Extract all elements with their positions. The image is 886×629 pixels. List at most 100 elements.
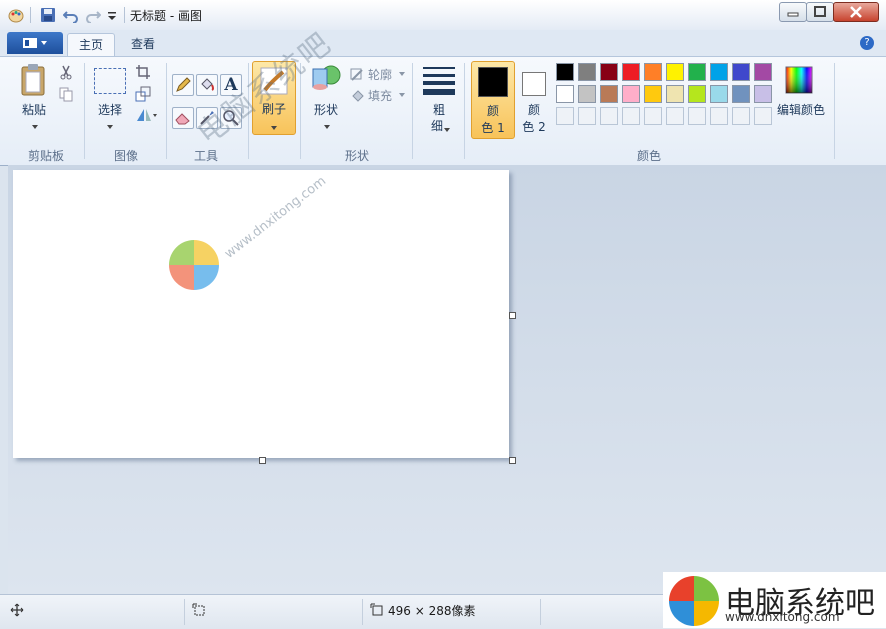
- canvas-resize-handle-bottom[interactable]: [259, 457, 266, 464]
- group-separator: [464, 63, 465, 159]
- palette-swatch-empty[interactable]: [578, 107, 596, 125]
- title-bar: 无标题 - 画图: [0, 0, 886, 31]
- palette-swatch-empty[interactable]: [644, 107, 662, 125]
- palette-swatch[interactable]: [556, 85, 574, 103]
- palette-swatch[interactable]: [666, 63, 684, 81]
- select-label: 选择: [97, 103, 122, 117]
- status-separator: [362, 599, 363, 625]
- outline-button[interactable]: 轮廓: [350, 66, 408, 82]
- colors-group-label: 颜色: [636, 149, 661, 163]
- cursor-position-icon: [10, 603, 24, 620]
- drawing-canvas[interactable]: [13, 170, 509, 458]
- image-size-icon: [370, 603, 384, 620]
- paste-dropdown-icon[interactable]: [31, 119, 39, 133]
- color2-label-2: 色 2: [522, 120, 546, 134]
- size-dropdown-icon[interactable]: [443, 122, 451, 136]
- size-label-1: 粗: [432, 103, 445, 117]
- window-title: 无标题 - 画图: [130, 9, 202, 23]
- size-button[interactable]: [422, 65, 456, 95]
- clipboard-group-label: 剪贴板: [27, 149, 64, 163]
- color2-button[interactable]: 颜 色 2: [514, 61, 554, 137]
- tab-home[interactable]: 主页: [67, 33, 115, 56]
- color1-label-1: 颜: [486, 104, 499, 118]
- image-size-text: 496 × 288像素: [388, 604, 476, 618]
- brushes-dropdown-icon[interactable]: [270, 120, 278, 134]
- paint-app-icon[interactable]: [8, 7, 24, 23]
- shapes-dropdown-icon[interactable]: [323, 119, 331, 133]
- group-separator: [412, 63, 413, 159]
- paste-label: 粘贴: [21, 103, 46, 117]
- redo-icon[interactable]: [85, 7, 102, 24]
- palette-swatch-empty[interactable]: [556, 107, 574, 125]
- palette-swatch[interactable]: [710, 85, 728, 103]
- crop-icon[interactable]: [135, 64, 155, 84]
- group-separator: [84, 63, 85, 159]
- palette-swatch[interactable]: [622, 85, 640, 103]
- palette-swatch[interactable]: [688, 85, 706, 103]
- palette-swatch[interactable]: [622, 63, 640, 81]
- color1-button[interactable]: 颜 色 1: [471, 61, 515, 139]
- edit-colors-label: 编辑颜色: [776, 103, 825, 117]
- shapes-group-label: 形状: [344, 149, 369, 163]
- canvas-resize-handle-corner[interactable]: [509, 457, 516, 464]
- help-icon[interactable]: ?: [860, 36, 874, 50]
- maximize-button[interactable]: [806, 2, 834, 22]
- palette-swatch-empty[interactable]: [600, 107, 618, 125]
- palette-swatch[interactable]: [710, 63, 728, 81]
- minimize-button[interactable]: [779, 2, 807, 22]
- ribbon: 粘贴 剪贴板 选择 图像 A 工具 刷子 形状 轮廓 填充 形状 粗 细 颜 色…: [0, 56, 886, 166]
- watermark-logo: [167, 238, 221, 292]
- palette-swatch[interactable]: [644, 63, 662, 81]
- undo-icon[interactable]: [62, 7, 79, 24]
- palette-swatch-empty[interactable]: [754, 107, 772, 125]
- image-group-label: 图像: [113, 149, 138, 163]
- ribbon-tab-row: 主页 查看 ?: [0, 30, 886, 56]
- cut-icon[interactable]: [58, 64, 78, 84]
- palette-swatch-empty[interactable]: [732, 107, 750, 125]
- palette-swatch[interactable]: [666, 85, 684, 103]
- palette-swatch-empty[interactable]: [666, 107, 684, 125]
- color1-label-2: 色 1: [481, 121, 505, 135]
- palette-swatch[interactable]: [578, 85, 596, 103]
- palette-swatch[interactable]: [732, 63, 750, 81]
- palette-swatch[interactable]: [754, 85, 772, 103]
- brand-logo-icon: [669, 576, 719, 626]
- color2-label-1: 颜: [527, 103, 540, 117]
- palette-swatch[interactable]: [600, 63, 618, 81]
- palette-swatch-empty[interactable]: [688, 107, 706, 125]
- palette-swatch-empty[interactable]: [710, 107, 728, 125]
- save-icon[interactable]: [40, 7, 56, 23]
- copy-icon[interactable]: [58, 86, 78, 106]
- palette-swatch[interactable]: [578, 63, 596, 81]
- brand-overlay: 电脑系统吧 www.dnxitong.com: [663, 572, 886, 628]
- group-separator: [166, 63, 167, 159]
- selection-size-icon: [192, 603, 206, 620]
- tab-view[interactable]: 查看: [120, 33, 166, 55]
- edit-colors-button[interactable]: [784, 65, 814, 95]
- paint-menu-button[interactable]: [7, 32, 63, 54]
- color1-swatch: [478, 67, 508, 97]
- status-separator: [540, 599, 541, 625]
- close-button[interactable]: [833, 2, 879, 22]
- palette-swatch[interactable]: [600, 85, 618, 103]
- paste-button[interactable]: [18, 63, 50, 97]
- group-separator: [834, 63, 835, 159]
- rotate-icon[interactable]: [135, 107, 159, 127]
- resize-icon[interactable]: [135, 86, 155, 106]
- fill-bucket-icon[interactable]: [196, 74, 218, 96]
- color-palette: [556, 63, 776, 129]
- palette-swatch[interactable]: [688, 63, 706, 81]
- palette-swatch[interactable]: [732, 85, 750, 103]
- palette-swatch[interactable]: [754, 63, 772, 81]
- select-button[interactable]: [94, 68, 126, 94]
- fill-button[interactable]: 填充: [350, 87, 408, 103]
- palette-swatch-empty[interactable]: [622, 107, 640, 125]
- customize-quick-access-icon[interactable]: [106, 7, 122, 23]
- palette-swatch[interactable]: [556, 63, 574, 81]
- palette-swatch[interactable]: [644, 85, 662, 103]
- status-separator: [184, 599, 185, 625]
- select-dropdown-icon[interactable]: [106, 119, 114, 133]
- canvas-resize-handle-right[interactable]: [509, 312, 516, 319]
- shapes-label: 形状: [313, 103, 338, 117]
- pencil-icon[interactable]: [172, 74, 194, 96]
